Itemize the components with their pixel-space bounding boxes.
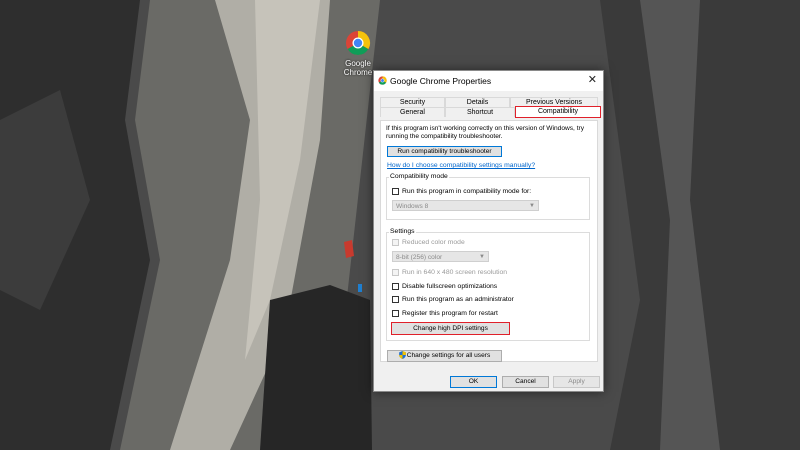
chevron-down-icon: ▼ xyxy=(479,254,485,260)
change-all-users-button[interactable]: Change settings for all users xyxy=(387,350,502,362)
cancel-button[interactable]: Cancel xyxy=(502,376,549,388)
tab-compatibility[interactable]: Compatibility xyxy=(515,106,601,118)
checkbox-box[interactable] xyxy=(392,295,399,303)
color-mode-select: 8-bit (256) color ▼ xyxy=(392,251,489,262)
tab-general[interactable]: General xyxy=(380,107,445,117)
change-all-users-label: Change settings for all users xyxy=(406,352,491,359)
checkbox-box[interactable] xyxy=(392,282,399,290)
compat-mode-group xyxy=(386,177,590,220)
dialog-title: Google Chrome Properties xyxy=(390,76,492,86)
chrome-icon xyxy=(378,76,387,85)
compat-mode-select-value: Windows 8 xyxy=(396,203,429,210)
title-bar: Google Chrome Properties ✕ xyxy=(374,71,603,91)
register-restart-checkbox[interactable]: Register this program for restart xyxy=(392,309,498,318)
compat-mode-group-label: Compatibility mode xyxy=(389,173,449,180)
chrome-icon xyxy=(346,30,371,56)
change-dpi-button[interactable]: Change high DPI settings xyxy=(391,322,510,335)
checkbox-box[interactable] xyxy=(392,309,399,317)
resolution-checkbox: Run in 640 x 480 screen resolution xyxy=(392,268,507,277)
compat-mode-checkbox[interactable]: Run this program in compatibility mode f… xyxy=(392,187,531,196)
tab-shortcut[interactable]: Shortcut xyxy=(445,107,515,117)
disable-fullscreen-label: Disable fullscreen optimizations xyxy=(402,283,498,290)
reduced-color-label: Reduced color mode xyxy=(402,239,465,246)
disable-fullscreen-checkbox[interactable]: Disable fullscreen optimizations xyxy=(392,282,497,291)
tab-details[interactable]: Details xyxy=(445,97,510,107)
shield-icon xyxy=(398,351,406,360)
compat-mode-checkbox-label: Run this program in compatibility mode f… xyxy=(402,188,532,195)
checkbox-box xyxy=(392,268,399,276)
run-as-admin-label: Run this program as an administrator xyxy=(402,296,514,303)
chevron-down-icon: ▼ xyxy=(529,203,535,209)
close-icon[interactable]: ✕ xyxy=(588,74,597,86)
color-mode-select-value: 8-bit (256) color xyxy=(396,254,443,261)
run-as-admin-checkbox[interactable]: Run this program as an administrator xyxy=(392,295,514,304)
checkbox-box[interactable] xyxy=(392,187,399,195)
ok-button[interactable]: OK xyxy=(450,376,497,388)
register-restart-label: Register this program for restart xyxy=(402,310,498,317)
intro-text: If this program isn't working correctly … xyxy=(386,125,585,140)
help-link[interactable]: How do I choose compatibility settings m… xyxy=(387,162,535,169)
reduced-color-checkbox: Reduced color mode xyxy=(392,238,465,247)
compat-mode-select: Windows 8 ▼ xyxy=(392,200,539,211)
checkbox-box xyxy=(392,238,399,246)
settings-group-label: Settings xyxy=(389,228,416,235)
properties-dialog: Google Chrome Properties ✕ Security Deta… xyxy=(373,70,604,392)
resolution-label: Run in 640 x 480 screen resolution xyxy=(402,269,508,276)
run-troubleshooter-button[interactable]: Run compatibility troubleshooter xyxy=(387,146,502,157)
apply-button[interactable]: Apply xyxy=(553,376,600,388)
tab-security[interactable]: Security xyxy=(380,97,445,107)
